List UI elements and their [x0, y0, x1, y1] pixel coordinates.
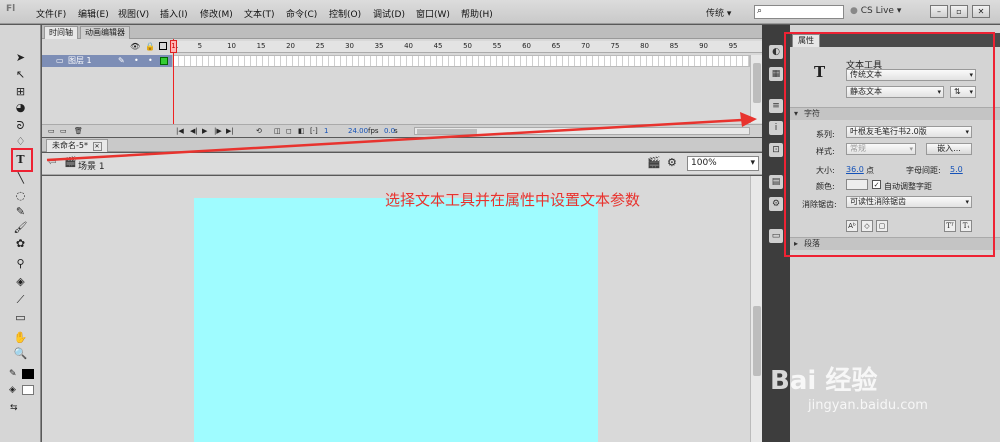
annotation-text: 选择文本工具并在属性中设置文本参数	[385, 191, 641, 209]
watermark-url: jingyan.baidu.com	[808, 398, 928, 413]
watermark-logo: Bai 经验	[770, 366, 878, 396]
